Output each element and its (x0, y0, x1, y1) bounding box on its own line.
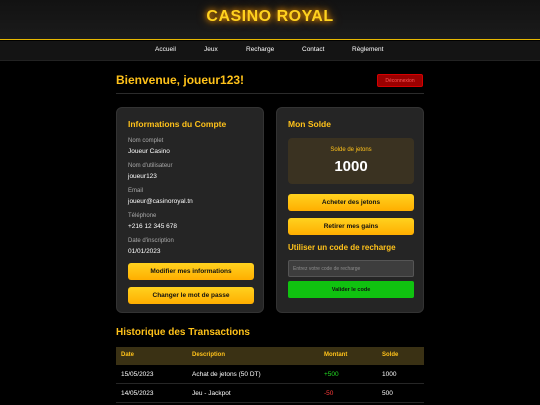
welcome-title: Bienvenue, joueur123! (116, 73, 245, 87)
edit-info-button[interactable]: Modifier mes informations (128, 263, 254, 280)
nav-item-contact[interactable]: Contact (302, 46, 324, 53)
account-card-title: Informations du Compte (128, 119, 227, 129)
site-logo[interactable]: CASINO ROYAL (0, 8, 540, 26)
table-row: 14/05/2023 Jeu - Jackpot -50 500 (116, 384, 424, 403)
nav-item-reglement[interactable]: Règlement (352, 46, 383, 53)
field-value-fullname: Joueur Casino (128, 148, 170, 155)
field-label-phone: Téléphone (128, 213, 157, 219)
field-label-signup-date: Date d'inscription (128, 238, 174, 244)
balance-box: Solde de jetons 1000 (288, 138, 414, 184)
table-row: 15/05/2023 Achat de jetons (50 DT) +500 … (116, 365, 424, 384)
field-value-username: joueur123 (128, 173, 157, 180)
history-title: Historique des Transactions (116, 327, 250, 338)
field-label-email: Email (128, 188, 144, 194)
field-value-email: joueur@casinoroyal.tn (128, 198, 193, 205)
balance-label: Solde de jetons (330, 147, 372, 153)
cell-amount: +500 (324, 371, 339, 378)
cell-description: Jeu - Jackpot (192, 390, 231, 397)
field-value-signup-date: 01/01/2023 (128, 248, 161, 255)
nav-item-jeux[interactable]: Jeux (204, 46, 218, 53)
main-nav: Accueil Jeux Recharge Contact Règlement (0, 41, 540, 61)
nav-item-recharge[interactable]: Recharge (246, 46, 274, 53)
cell-balance: 1000 (382, 371, 397, 378)
balance-amount: 1000 (334, 158, 368, 175)
logout-button[interactable]: Déconnexion (377, 74, 423, 87)
field-value-phone: +216 12 345 678 (128, 223, 177, 230)
cell-amount: -50 (324, 390, 334, 397)
divider (116, 93, 424, 94)
cell-balance: 500 (382, 390, 393, 397)
account-card: Informations du Compte Nom complet Joueu… (116, 107, 264, 313)
balance-card-title: Mon Solde (288, 119, 331, 129)
nav-item-accueil[interactable]: Accueil (155, 46, 176, 53)
recharge-title: Utiliser un code de recharge (288, 243, 396, 252)
cell-date: 15/05/2023 (121, 371, 154, 378)
buy-tokens-button[interactable]: Acheter des jetons (288, 194, 414, 211)
field-label-username: Nom d'utilisateur (128, 163, 173, 169)
validate-code-button[interactable]: Valider le code (288, 281, 414, 298)
column-header-balance: Solde (382, 352, 399, 358)
column-header-date: Date (121, 352, 135, 358)
field-label-fullname: Nom complet (128, 138, 164, 144)
column-header-description: Description (192, 352, 226, 358)
change-password-button[interactable]: Changer le mot de passe (128, 287, 254, 304)
table-header: Date Description Montant Solde (116, 347, 424, 365)
cell-description: Achat de jetons (50 DT) (192, 371, 261, 378)
site-header: CASINO ROYAL (0, 0, 540, 40)
withdraw-button[interactable]: Retirer mes gains (288, 218, 414, 235)
recharge-code-input[interactable] (288, 260, 414, 277)
cell-date: 14/05/2023 (121, 390, 154, 397)
column-header-amount: Montant (324, 352, 348, 358)
balance-card: Mon Solde Solde de jetons 1000 Acheter d… (276, 107, 424, 313)
